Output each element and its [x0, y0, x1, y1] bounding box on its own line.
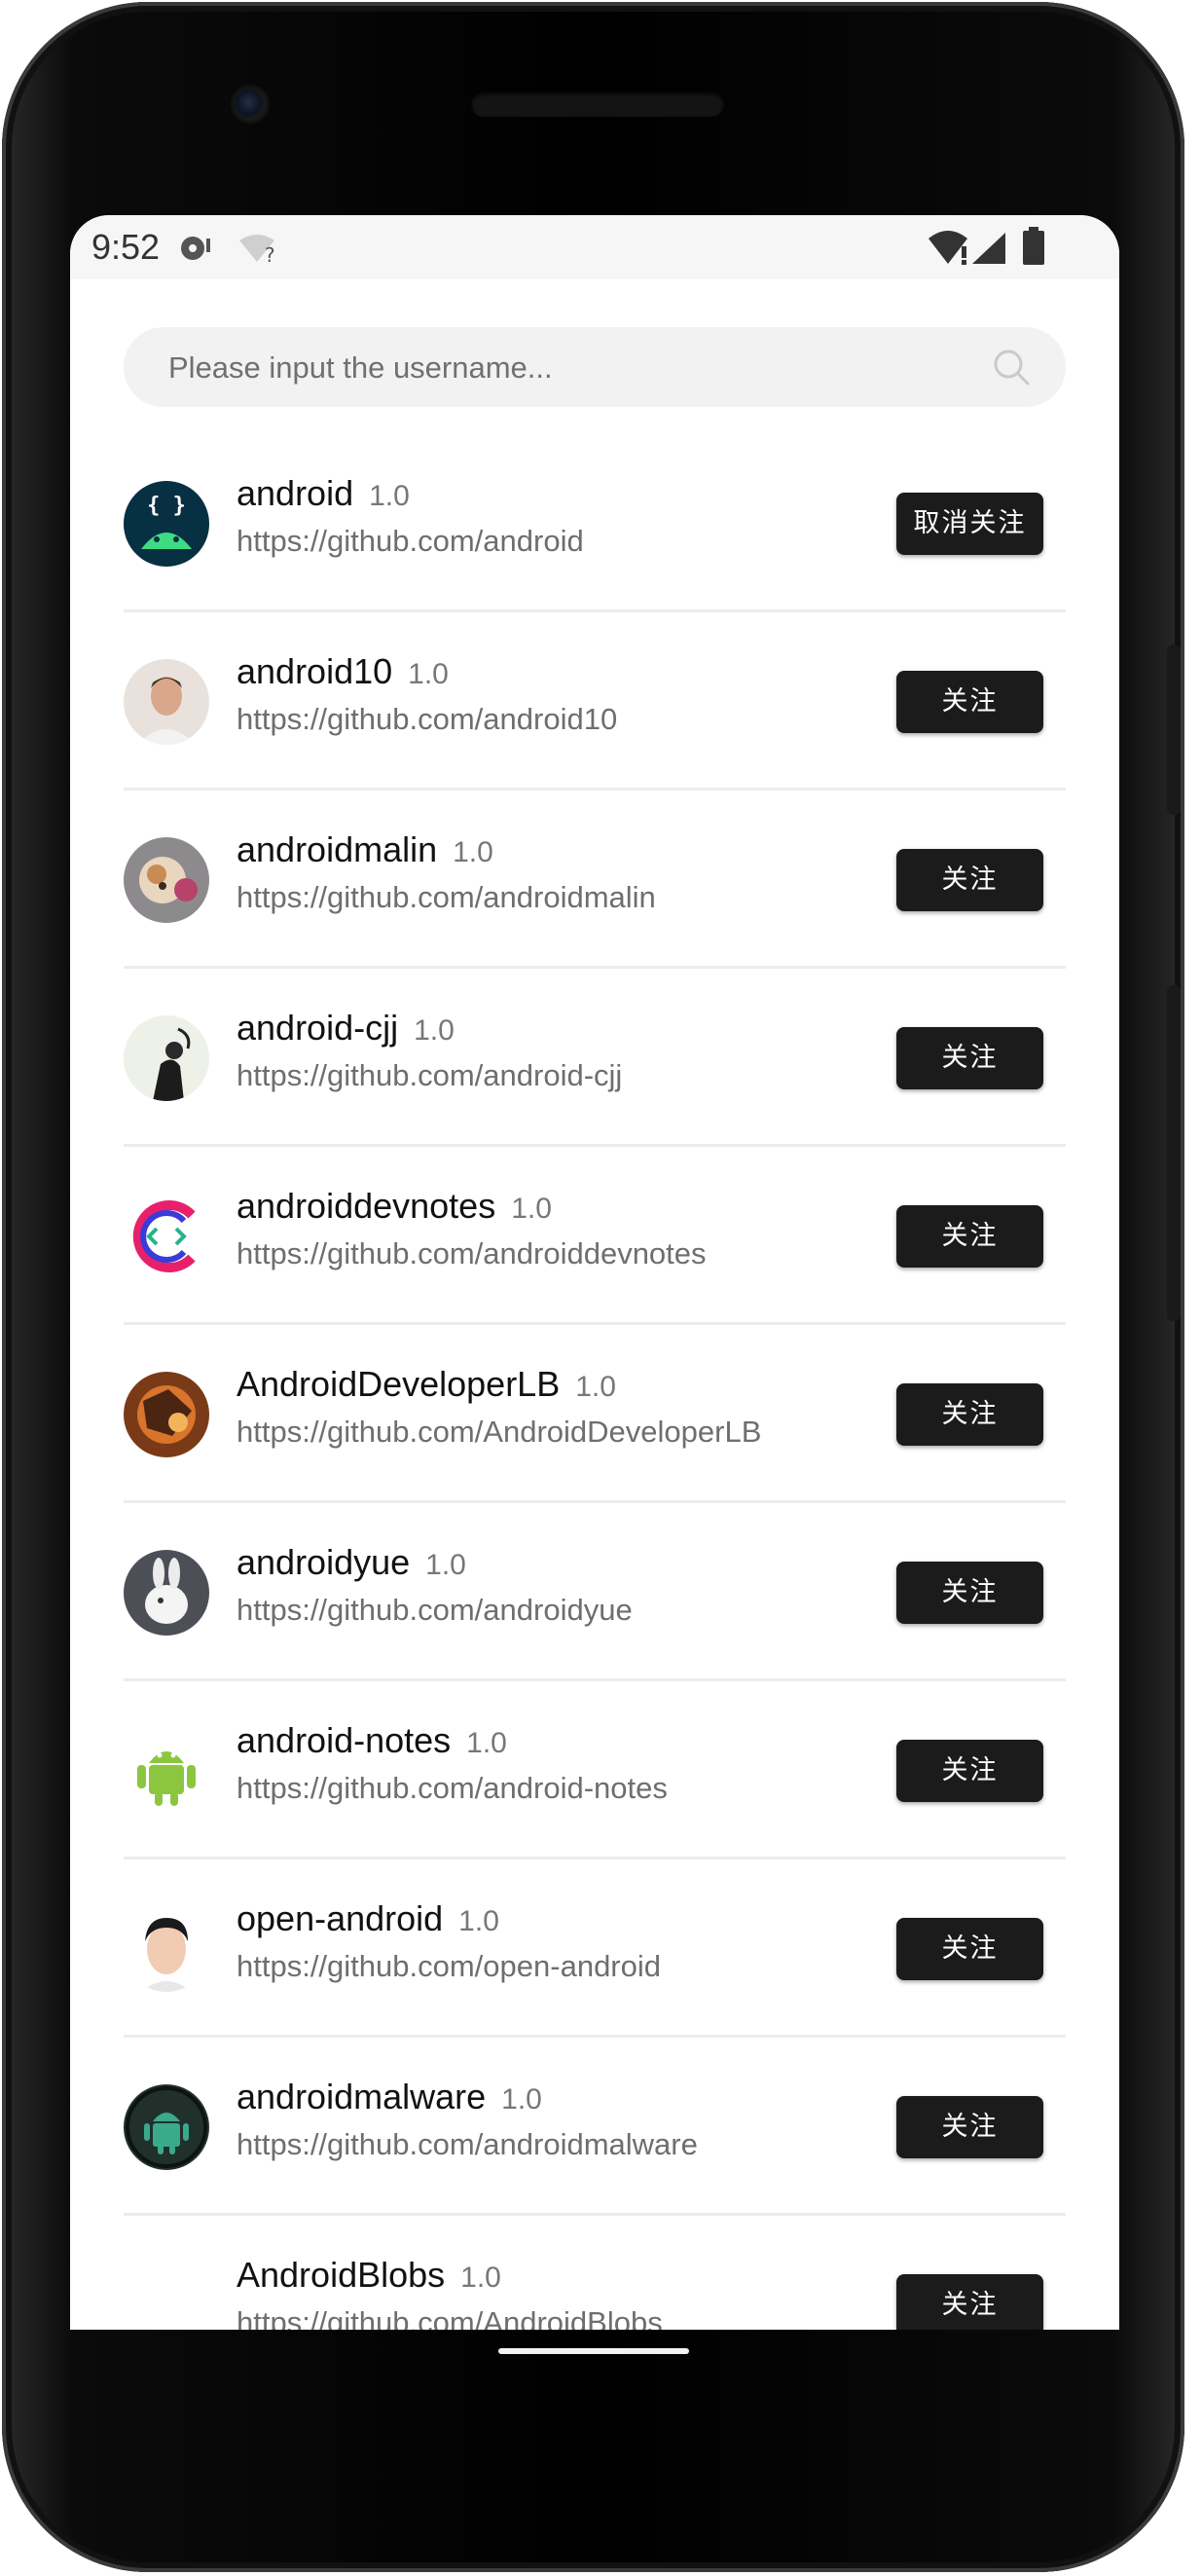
- follow-button[interactable]: 关注: [896, 1205, 1043, 1268]
- list-item[interactable]: androiddevnotes 1.0 https://github.com/an…: [124, 1147, 1066, 1325]
- list-item[interactable]: android-notes 1.0 https://github.com/andr…: [124, 1681, 1066, 1859]
- signal-icon: [970, 231, 1007, 271]
- svg-text:{ }: { }: [147, 494, 186, 518]
- search-input[interactable]: [166, 327, 968, 409]
- phone-frame: 9:52 ? Please input the username... {} …: [2, 2, 1184, 2572]
- battery-icon: [1022, 227, 1045, 271]
- power-button: [1167, 985, 1181, 1321]
- follow-button[interactable]: 关注: [896, 671, 1043, 733]
- username: androidmalin 1.0: [237, 829, 493, 869]
- profile-url[interactable]: https://github.com/android-cjj: [237, 1058, 622, 1093]
- search-bar[interactable]: [124, 327, 1066, 409]
- follow-button[interactable]: 关注: [896, 849, 1043, 911]
- blank-avatar: [124, 2263, 209, 2330]
- profile-url[interactable]: https://github.com/androidyue: [237, 1593, 633, 1628]
- follow-button[interactable]: 关注: [896, 1918, 1043, 1980]
- profile-url[interactable]: https://github.com/androidmalin: [237, 880, 656, 915]
- profile-url[interactable]: https://github.com/AndroidDeveloperLB: [237, 1415, 761, 1450]
- svg-text:?: ?: [265, 243, 275, 264]
- profile-url[interactable]: https://github.com/android: [237, 524, 584, 559]
- username: AndroidDeveloperLB 1.0: [237, 1364, 616, 1404]
- list-item[interactable]: AndroidBlobs 1.0 https://github.com/Andro…: [124, 2216, 1066, 2330]
- android-green-avatar: [124, 2084, 209, 2170]
- list-item[interactable]: androidmalin 1.0 https://github.com/andro…: [124, 791, 1066, 969]
- search-icon[interactable]: [992, 348, 1031, 391]
- follow-button[interactable]: 关注: [896, 1740, 1043, 1802]
- username: android10 1.0: [237, 651, 449, 691]
- profile-url[interactable]: https://github.com/open-android: [237, 1949, 661, 1984]
- follow-button[interactable]: 关注: [896, 2096, 1043, 2158]
- follow-button[interactable]: 关注: [896, 2274, 1043, 2330]
- username: open-android 1.0: [237, 1898, 499, 1938]
- version-label: 1.0: [501, 2083, 542, 2116]
- android-robot-avatar: [124, 1728, 209, 1814]
- profile-url[interactable]: https://github.com/androiddevnotes: [237, 1236, 707, 1271]
- person-photo-avatar: [124, 1906, 209, 1992]
- version-label: 1.0: [466, 1727, 507, 1759]
- front-camera: [234, 88, 267, 121]
- profile-url[interactable]: https://github.com/AndroidBlobs: [237, 2305, 663, 2330]
- username: android 1.0: [237, 473, 410, 513]
- man-photo-avatar: [124, 659, 209, 745]
- version-label: 1.0: [408, 658, 449, 690]
- version-label: 1.0: [458, 1905, 499, 1937]
- code-logo-avatar: [124, 1194, 209, 1279]
- follow-button[interactable]: 关注: [896, 1562, 1043, 1624]
- follow-button[interactable]: 关注: [896, 1027, 1043, 1089]
- status-bar: 9:52 ?: [70, 215, 1119, 279]
- list-item[interactable]: android10 1.0 https://github.com/android1…: [124, 612, 1066, 791]
- app-screen: 9:52 ? Please input the username... {} …: [70, 215, 1119, 2330]
- version-label: 1.0: [453, 836, 493, 868]
- wifi-icon: [927, 229, 971, 271]
- fantasy-art-avatar: [124, 1372, 209, 1457]
- version-label: 1.0: [460, 2262, 501, 2294]
- username: androiddevnotes 1.0: [237, 1186, 552, 1226]
- media-icon: [179, 233, 214, 269]
- list-item[interactable]: AndroidDeveloperLB 1.0 https://github.com…: [124, 1325, 1066, 1503]
- version-label: 1.0: [511, 1193, 552, 1225]
- username: androidyue 1.0: [237, 1542, 466, 1582]
- wifi-unknown-icon: ?: [237, 233, 280, 269]
- profile-url[interactable]: https://github.com/android10: [237, 702, 617, 737]
- username: android-cjj 1.0: [237, 1008, 455, 1048]
- android-logo-avatar: { }: [124, 481, 209, 567]
- version-label: 1.0: [369, 480, 410, 512]
- follow-button[interactable]: 关注: [896, 1383, 1043, 1446]
- user-list: { } android 1.0 https://github.com/androi…: [124, 434, 1066, 2330]
- unfollow-button[interactable]: 取消关注: [896, 493, 1043, 555]
- earpiece-speaker: [471, 92, 724, 117]
- list-item[interactable]: { } android 1.0 https://github.com/androi…: [124, 434, 1066, 612]
- username: android-notes 1.0: [237, 1720, 507, 1760]
- home-indicator[interactable]: [498, 2348, 689, 2354]
- version-label: 1.0: [575, 1371, 616, 1403]
- list-item[interactable]: android-cjj 1.0 https://github.com/androi…: [124, 969, 1066, 1147]
- version-label: 1.0: [414, 1014, 455, 1047]
- username: AndroidBlobs 1.0: [237, 2255, 501, 2295]
- profile-url[interactable]: https://github.com/androidmalware: [237, 2127, 698, 2162]
- sketch-avatar: [124, 1015, 209, 1101]
- rabbit-photo-avatar: [124, 1550, 209, 1636]
- username: androidmalware 1.0: [237, 2077, 542, 2116]
- status-time: 9:52: [91, 227, 161, 267]
- list-item[interactable]: androidyue 1.0 https://github.com/android…: [124, 1503, 1066, 1681]
- profile-url[interactable]: https://github.com/android-notes: [237, 1771, 668, 1806]
- version-label: 1.0: [425, 1549, 466, 1581]
- volume-button: [1167, 644, 1181, 815]
- list-item[interactable]: open-android 1.0 https://github.com/open-…: [124, 1859, 1066, 2038]
- dog-photo-avatar: [124, 837, 209, 923]
- list-item[interactable]: androidmalware 1.0 https://github.com/and…: [124, 2038, 1066, 2216]
